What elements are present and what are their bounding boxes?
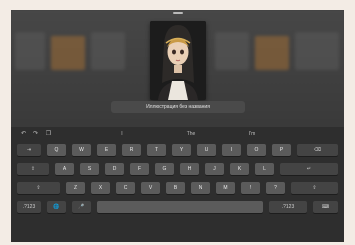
- key-b[interactable]: B: [166, 182, 185, 194]
- key-c[interactable]: C: [116, 182, 135, 194]
- gallery-tile: [15, 32, 45, 70]
- key-w[interactable]: W: [72, 144, 91, 156]
- artwork-thumbnail: [150, 21, 206, 100]
- shift-key-right[interactable]: ⇧: [291, 182, 338, 194]
- return-key[interactable]: ↵: [280, 163, 338, 175]
- gallery-tile: [295, 32, 339, 70]
- undo-icon[interactable]: ↶: [19, 130, 28, 139]
- delete-key[interactable]: ⌫: [297, 144, 338, 156]
- key-t[interactable]: T: [147, 144, 166, 156]
- artwork-title-field[interactable]: Иллюстрация без названия: [111, 101, 245, 113]
- key-q[interactable]: Q: [47, 144, 66, 156]
- gallery-tile: [255, 36, 289, 70]
- device-frame: Иллюстрация без названия ↶ ↷ ❐ I The I'm…: [0, 0, 355, 245]
- redo-icon[interactable]: ↷: [31, 130, 40, 139]
- key-f[interactable]: F: [130, 163, 149, 175]
- key-n[interactable]: N: [191, 182, 210, 194]
- microphone-icon[interactable]: 🎤: [72, 201, 91, 213]
- key-e[interactable]: E: [97, 144, 116, 156]
- key-o[interactable]: O: [247, 144, 266, 156]
- key-x[interactable]: X: [91, 182, 110, 194]
- key-i[interactable]: I: [222, 144, 241, 156]
- key-y[interactable]: Y: [172, 144, 191, 156]
- suggestion-1[interactable]: I: [92, 131, 152, 137]
- key-s[interactable]: S: [80, 163, 99, 175]
- tab-key[interactable]: ⇥: [17, 144, 41, 156]
- key-m[interactable]: M: [216, 182, 235, 194]
- predictive-bar: ↶ ↷ ❐ I The I'm: [11, 127, 344, 142]
- numbers-key-left[interactable]: .?123: [17, 201, 41, 213]
- key-h[interactable]: H: [180, 163, 199, 175]
- key-a[interactable]: A: [55, 163, 74, 175]
- key-l[interactable]: L: [255, 163, 274, 175]
- key-question[interactable]: ?: [266, 182, 285, 194]
- space-bar[interactable]: [97, 201, 263, 213]
- gallery-tile: [215, 32, 249, 70]
- key-u[interactable]: U: [197, 144, 216, 156]
- artwork-illustration: [150, 21, 206, 100]
- key-exclamation[interactable]: !: [241, 182, 260, 194]
- suggestion-3[interactable]: I'm: [222, 131, 282, 137]
- key-r[interactable]: R: [122, 144, 141, 156]
- clipboard-icon[interactable]: ❐: [44, 130, 53, 139]
- drag-handle[interactable]: [173, 12, 183, 14]
- globe-icon[interactable]: 🌐: [47, 201, 66, 213]
- onscreen-keyboard: ↶ ↷ ❐ I The I'm ⇥ Q W E R T Y U I O P ⌫ …: [11, 127, 344, 242]
- numbers-key-right[interactable]: .?123: [269, 201, 307, 213]
- key-p[interactable]: P: [272, 144, 291, 156]
- ipad-screen: Иллюстрация без названия ↶ ↷ ❐ I The I'm…: [11, 10, 344, 242]
- suggestion-2[interactable]: The: [161, 131, 221, 137]
- shift-key-left[interactable]: ⇧: [17, 182, 60, 194]
- key-d[interactable]: D: [105, 163, 124, 175]
- key-j[interactable]: J: [205, 163, 224, 175]
- key-v[interactable]: V: [141, 182, 160, 194]
- key-k[interactable]: K: [230, 163, 249, 175]
- key-z[interactable]: Z: [66, 182, 85, 194]
- caps-lock-key[interactable]: ⇪: [17, 163, 49, 175]
- gallery-tile: [51, 36, 85, 70]
- key-g[interactable]: G: [155, 163, 174, 175]
- gallery-tile: [91, 32, 125, 70]
- hide-keyboard-icon[interactable]: ⌨: [313, 201, 338, 213]
